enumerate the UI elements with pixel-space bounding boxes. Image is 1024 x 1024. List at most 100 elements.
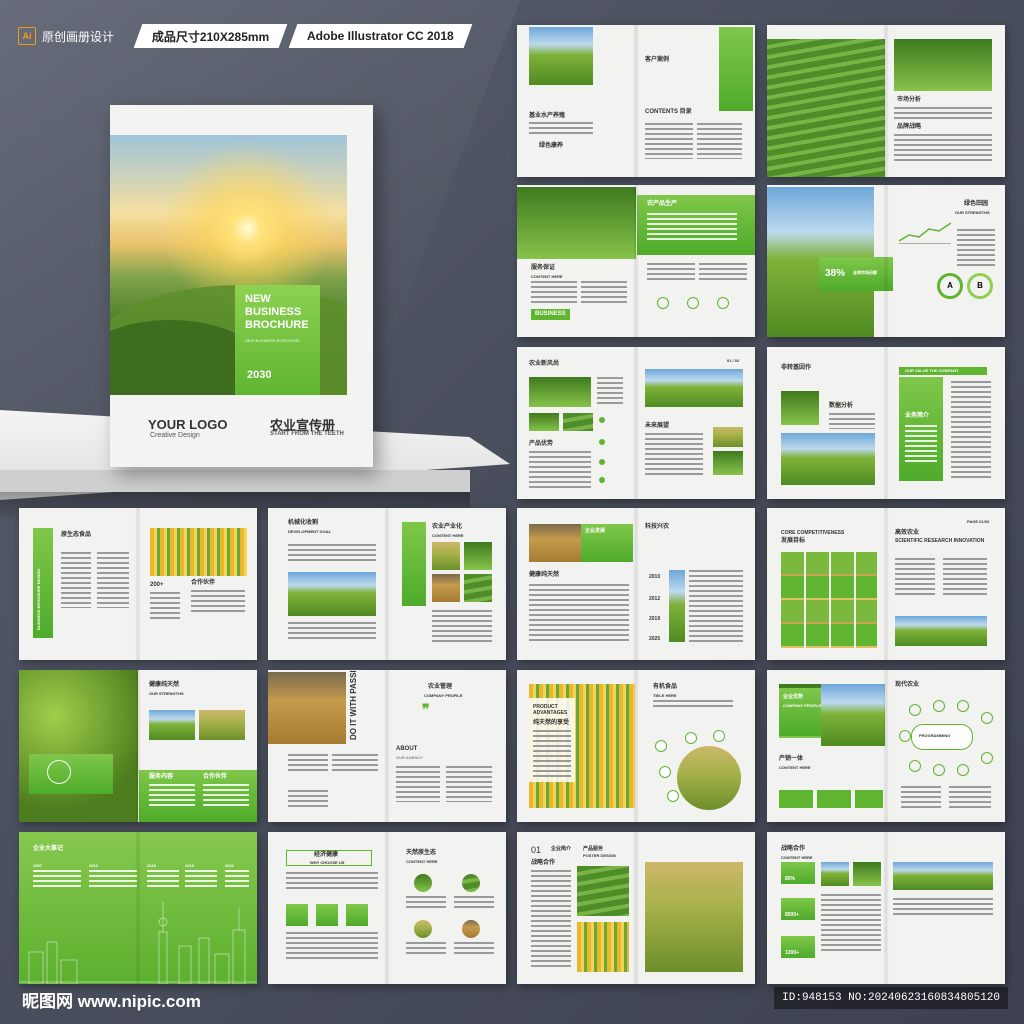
cover-logo-sub: Creative Design bbox=[150, 432, 200, 439]
hex-node-icon bbox=[981, 752, 993, 764]
spread-text: 绿色康养 bbox=[539, 143, 564, 149]
cover-logo: YOUR LOGO bbox=[148, 417, 228, 432]
small-photo bbox=[529, 413, 559, 431]
aerial-photo bbox=[529, 377, 591, 407]
hex-node-icon bbox=[957, 700, 969, 712]
page-number: 01 / 02 bbox=[727, 358, 740, 363]
year-label: 2010 bbox=[649, 574, 661, 580]
hex-node-icon bbox=[957, 764, 969, 776]
donut-a: A bbox=[937, 273, 963, 299]
spread-text: 企业优势 bbox=[783, 694, 804, 700]
text-lines bbox=[647, 213, 737, 243]
spread-text: 企业简介 bbox=[551, 846, 572, 852]
text-lines bbox=[454, 942, 494, 954]
text-lines bbox=[147, 870, 179, 888]
spread-text: OUR VALUE THE COMPANY bbox=[905, 368, 959, 373]
spread-text: 经济健康 bbox=[314, 852, 339, 858]
spread-text: 合作伙伴 bbox=[191, 580, 216, 586]
year-label: 2015 bbox=[147, 863, 156, 868]
spread-text: 全球市场份额 bbox=[853, 270, 877, 275]
spread-text: 基业水产养殖 bbox=[529, 113, 566, 119]
year-label: 2018 bbox=[185, 863, 194, 868]
spread-text: 农业管理 bbox=[428, 684, 453, 690]
drop-icon bbox=[667, 790, 679, 802]
text-lines bbox=[894, 107, 992, 119]
small-photo bbox=[563, 413, 593, 431]
small-photo bbox=[199, 710, 245, 740]
spread-6: 非转基因作 数据分析 OUR VALUE THE COMPANY 业务简介 bbox=[767, 347, 1005, 499]
lime-photo bbox=[19, 670, 138, 822]
spread-text: 客户案例 bbox=[645, 57, 670, 63]
text-lines bbox=[529, 122, 593, 134]
spread-text: 合作伙伴 bbox=[203, 774, 228, 780]
site-logo[interactable]: 昵图网 www.nipic.com bbox=[22, 987, 201, 1012]
text-lines bbox=[949, 786, 991, 808]
tractor-photo bbox=[288, 572, 376, 616]
spread-text: PROGRAMMING bbox=[919, 733, 951, 738]
spread-text: 现代农业 bbox=[895, 682, 920, 688]
text-lines bbox=[829, 413, 875, 429]
spread-text: 产销一体 bbox=[779, 756, 804, 762]
green-card bbox=[29, 754, 113, 794]
gear-icon bbox=[657, 297, 669, 309]
hex-node-icon bbox=[899, 730, 911, 742]
line-graph-svg bbox=[898, 222, 952, 242]
spread-text: 机械化收割 bbox=[288, 520, 319, 526]
text-lines bbox=[191, 590, 245, 614]
software-tag: Adobe Illustrator CC 2018 bbox=[289, 24, 473, 48]
hex-node-icon bbox=[909, 704, 921, 716]
text-lines bbox=[653, 700, 733, 710]
field-photo bbox=[529, 27, 593, 85]
tea-photo bbox=[577, 866, 629, 916]
year-label: 2025 bbox=[649, 636, 661, 642]
year-label: 2012 bbox=[649, 596, 661, 602]
corn-photo bbox=[577, 922, 629, 972]
spread-text: 非转基因作 bbox=[781, 365, 812, 371]
text-lines bbox=[203, 784, 249, 808]
spread-text: OUR STRENGTHS bbox=[955, 210, 990, 215]
year-label: 1997 bbox=[33, 863, 42, 868]
lightbulb-icon bbox=[687, 297, 699, 309]
spread-12: DO IT WITH PASSION 农业管理 COMPANY PROFILE … bbox=[268, 670, 506, 822]
quote-icon: ❞ bbox=[422, 701, 430, 717]
footer: 昵图网 www.nipic.com ID:948153 NO:202406231… bbox=[0, 986, 1024, 1024]
landscape-photo bbox=[895, 616, 987, 646]
text-lines bbox=[893, 898, 993, 918]
hex-node-icon bbox=[933, 700, 945, 712]
corn-photo bbox=[150, 528, 247, 576]
text-lines bbox=[645, 123, 693, 159]
text-lines bbox=[699, 263, 747, 281]
green-block bbox=[402, 522, 426, 606]
small-photo bbox=[781, 391, 819, 425]
spread-text: CORE COMPETITIVENESS bbox=[781, 530, 845, 536]
green-block bbox=[719, 27, 753, 111]
sprout-icon bbox=[659, 766, 671, 778]
circle-icon bbox=[47, 760, 71, 784]
text-lines bbox=[332, 754, 378, 772]
text-lines bbox=[529, 451, 591, 491]
spread-text: PRODUCT ADVANTAGES bbox=[533, 704, 568, 716]
small-photo bbox=[713, 451, 743, 475]
text-lines bbox=[286, 932, 378, 962]
spread-text: COMPANY PROFILE bbox=[424, 693, 463, 698]
spread-16: 经济健康 WHY CHOOSE US 天然原生态 CONTENT HERE bbox=[268, 832, 506, 984]
spread-text: 原生态食品 bbox=[61, 532, 92, 538]
text-lines bbox=[901, 786, 941, 808]
tree-icon bbox=[713, 730, 725, 742]
small-photo bbox=[821, 862, 849, 886]
donut-b: B bbox=[967, 273, 993, 299]
hex-node-icon bbox=[981, 712, 993, 724]
spread-14: 企业优势 COMPANY PROFILE 产销一体 CONTENT HERE 现… bbox=[767, 670, 1005, 822]
spread-text: 企业大事记 bbox=[33, 846, 64, 852]
text-lines bbox=[454, 896, 494, 908]
spread-text: 战略合作 bbox=[531, 860, 556, 866]
tea-hill-photo bbox=[894, 39, 992, 91]
text-lines bbox=[529, 584, 629, 642]
round-photo bbox=[414, 874, 432, 892]
spread-text: COMPANY PROFILE bbox=[783, 703, 822, 708]
size-tag: 成品尺寸210X285mm bbox=[133, 24, 288, 48]
spread-11: 健康纯天然 OUR STRENGTHS 服务内容 合作伙伴 bbox=[19, 670, 257, 822]
spread-text: CONTENT HERE bbox=[779, 765, 811, 770]
text-lines bbox=[697, 123, 742, 159]
spread-17: 01 企业简介 产品服务 POSTER DESIGN 战略合作 bbox=[517, 832, 755, 984]
